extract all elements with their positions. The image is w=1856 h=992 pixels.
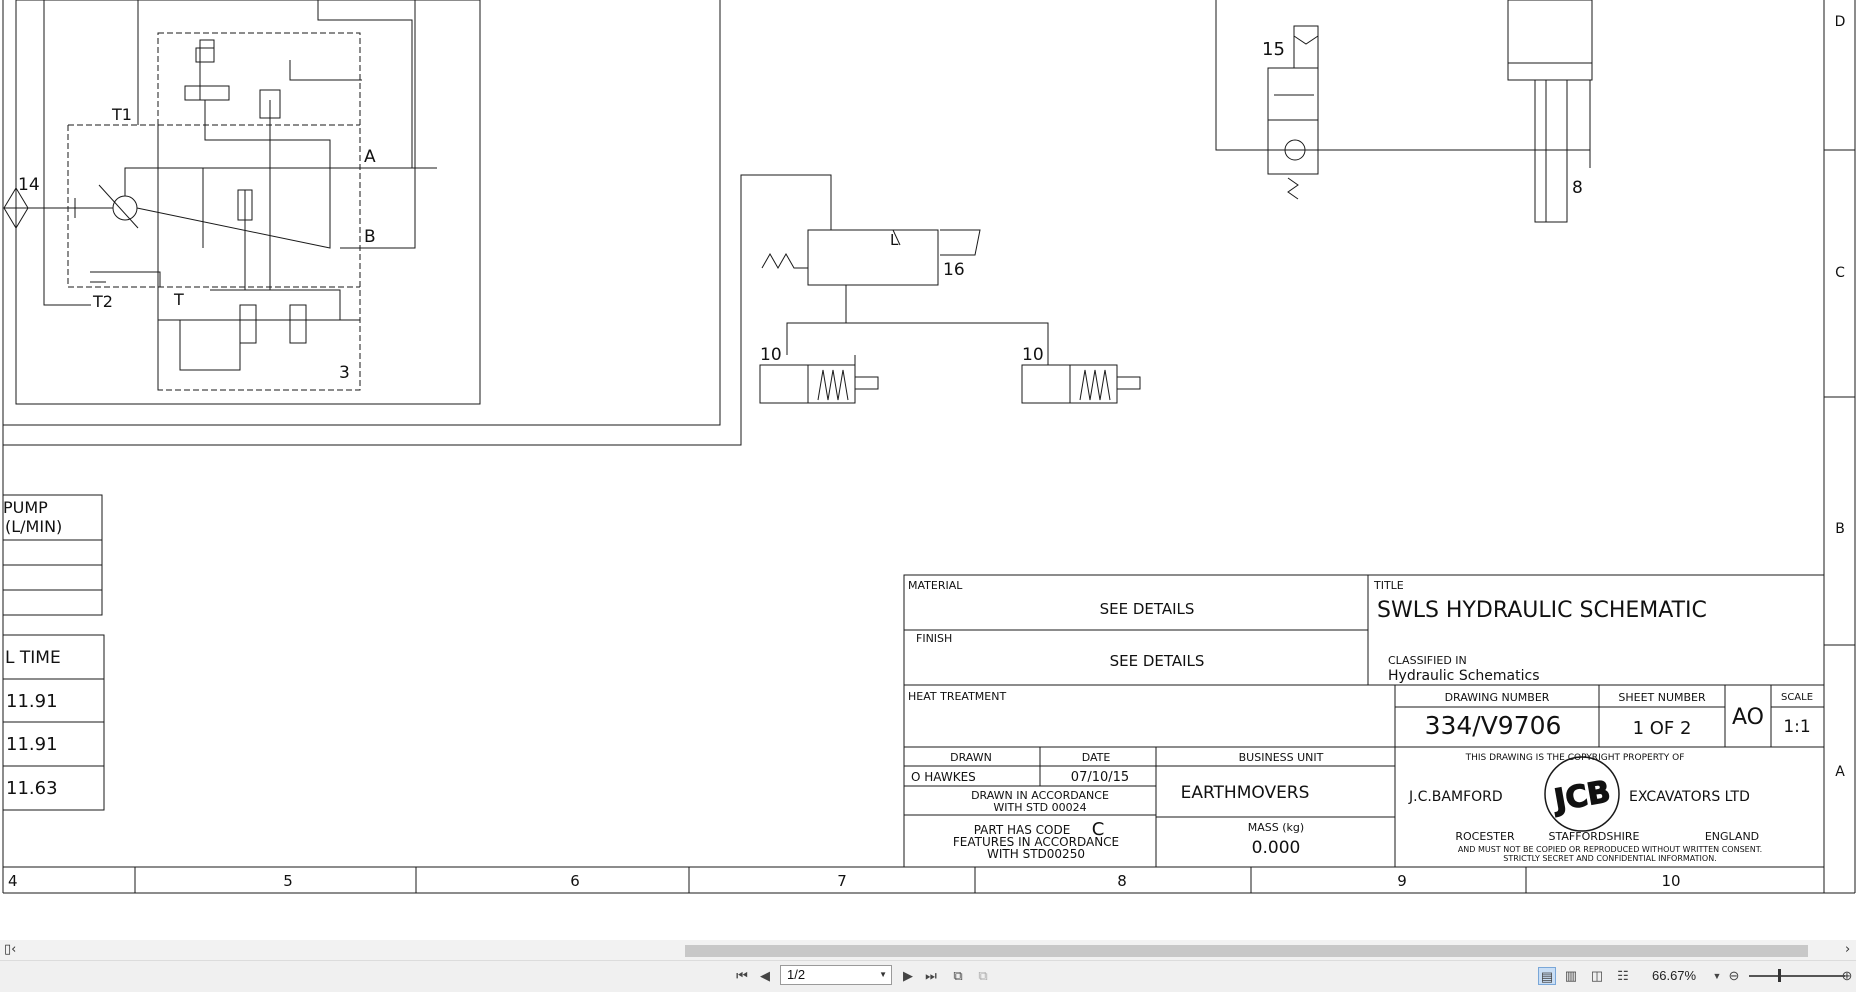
zoom-out-icon[interactable]: ⊖ — [1725, 967, 1743, 985]
label-10-right: 10 — [1022, 345, 1044, 365]
company-name-left: J.C.BAMFORD — [1408, 789, 1503, 805]
label-t: T — [173, 290, 184, 309]
notice-line-2: STRICTLY SECRET AND CONFIDENTIAL INFORMA… — [1503, 854, 1716, 863]
title-label: TITLE — [1373, 579, 1404, 592]
scroll-right-arrow-icon[interactable]: › — [1845, 941, 1850, 959]
paste-page-icon[interactable]: ⧉ — [974, 967, 992, 985]
scroll-left-arrow-icon[interactable]: ▯‹ — [4, 941, 16, 959]
label-t1: T1 — [111, 105, 132, 124]
sheet-size: AO — [1732, 705, 1764, 730]
viewer-statusbar: ⏮ ◀ 1/2 ▼ ▶ ⏭ ⧉ ⧉ ▤ ▥ ◫ ☷ 66.67% ▼ ⊖ ⊕ — [0, 960, 1856, 992]
heat-treatment-label: HEAT TREATMENT — [908, 690, 1006, 703]
pump-table-header: PUMP — [3, 498, 48, 517]
single-page-view-icon[interactable]: ▤ — [1538, 967, 1556, 985]
hydraulic-schematic-drawing: JCB D C B A 4 5 6 7 8 9 10 T1 T2 T A B 1… — [2, 0, 1856, 894]
time-table-value: 11.91 — [6, 734, 58, 755]
first-page-icon[interactable]: ⏮ — [733, 967, 751, 985]
label-l: L — [890, 231, 899, 249]
finish-value: SEE DETAILS — [1110, 652, 1205, 670]
material-label: MATERIAL — [908, 579, 963, 592]
zoom-in-icon[interactable]: ⊕ — [1838, 967, 1856, 985]
label-t2: T2 — [92, 292, 113, 311]
horizontal-scrollbar[interactable]: ▯‹ › — [0, 940, 1856, 960]
address-town: ROCESTER — [1455, 830, 1515, 843]
date-label: DATE — [1082, 751, 1111, 764]
business-unit-value: EARTHMOVERS — [1181, 783, 1310, 803]
mass-label: MASS (kg) — [1248, 821, 1304, 834]
classified-label: CLASSIFIED IN — [1388, 654, 1467, 667]
label-port-a: A — [364, 147, 376, 167]
address-county: STAFFORDSHIRE — [1549, 830, 1640, 843]
zoom-level[interactable]: 66.67% — [1652, 967, 1696, 985]
label-14: 14 — [18, 175, 40, 195]
zone-letter-d: D — [1835, 14, 1846, 30]
column-number-10: 10 — [1661, 872, 1680, 890]
label-8: 8 — [1572, 178, 1583, 198]
drawing-number-value: 334/V9706 — [1425, 711, 1562, 740]
zoom-slider-thumb[interactable] — [1778, 969, 1781, 982]
column-number-7: 7 — [837, 872, 847, 890]
page-indicator: 1/2 — [787, 967, 806, 982]
page-dropdown-icon[interactable]: ▼ — [879, 966, 887, 984]
drawn-by-value: O HAWKES — [911, 770, 976, 784]
continuous-facing-view-icon[interactable]: ☷ — [1614, 967, 1632, 985]
copy-page-icon[interactable]: ⧉ — [949, 967, 967, 985]
zoom-dropdown-icon[interactable]: ▼ — [1708, 967, 1726, 985]
title-value: SWLS HYDRAULIC SCHEMATIC — [1377, 598, 1707, 623]
pump-table-unit: (L/MIN) — [5, 517, 62, 536]
time-table-header: L TIME — [5, 648, 61, 668]
sheet-number-label: SHEET NUMBER — [1618, 691, 1706, 704]
classified-value: Hydraulic Schematics — [1388, 668, 1540, 684]
notice-line-1: AND MUST NOT BE COPIED OR REPRODUCED WIT… — [1458, 845, 1762, 854]
standard-line-2: WITH STD 00024 — [993, 801, 1086, 814]
label-port-b: B — [364, 227, 376, 247]
label-15: 15 — [1262, 39, 1285, 60]
column-number-4: 4 — [8, 872, 18, 890]
last-page-icon[interactable]: ⏭ — [922, 967, 940, 985]
scale-value: 1:1 — [1783, 717, 1810, 737]
continuous-view-icon[interactable]: ▥ — [1562, 967, 1580, 985]
label-16: 16 — [943, 260, 965, 280]
drawing-number-label: DRAWING NUMBER — [1445, 691, 1550, 704]
column-number-8: 8 — [1117, 872, 1127, 890]
time-table-value: 11.91 — [6, 691, 58, 712]
sheet-number-value: 1 OF 2 — [1633, 718, 1692, 739]
company-name-right: EXCAVATORS LTD — [1629, 789, 1750, 805]
zone-letter-a: A — [1835, 764, 1845, 780]
page-number-input[interactable]: 1/2 ▼ — [780, 965, 892, 985]
label-10-left: 10 — [760, 345, 782, 365]
facing-view-icon[interactable]: ◫ — [1588, 967, 1606, 985]
jcb-logo-lettering: JCB — [1550, 774, 1613, 819]
zone-letter-c: C — [1835, 265, 1845, 281]
zone-letter-b: B — [1835, 521, 1845, 537]
column-number-9: 9 — [1397, 872, 1407, 890]
scale-label: SCALE — [1781, 692, 1813, 703]
address-country: ENGLAND — [1705, 830, 1759, 843]
label-3: 3 — [339, 363, 350, 383]
finish-label: FINISH — [916, 632, 952, 645]
next-page-icon[interactable]: ▶ — [899, 967, 917, 985]
column-number-6: 6 — [570, 872, 580, 890]
time-table-value: 11.63 — [6, 778, 58, 799]
prev-page-icon[interactable]: ◀ — [756, 967, 774, 985]
business-unit-label: BUSINESS UNIT — [1239, 751, 1324, 764]
scrollbar-thumb[interactable] — [685, 945, 1808, 957]
date-value: 07/10/15 — [1071, 770, 1129, 785]
column-number-5: 5 — [283, 872, 293, 890]
zoom-slider[interactable] — [1749, 975, 1845, 977]
drawn-label: DRAWN — [950, 751, 992, 764]
features-standard: WITH STD00250 — [987, 847, 1085, 861]
mass-value: 0.000 — [1252, 838, 1301, 858]
material-value: SEE DETAILS — [1100, 600, 1195, 618]
copyright-line: THIS DRAWING IS THE COPYRIGHT PROPERTY O… — [1465, 753, 1685, 763]
jcb-logo: JCB — [1544, 756, 1620, 832]
